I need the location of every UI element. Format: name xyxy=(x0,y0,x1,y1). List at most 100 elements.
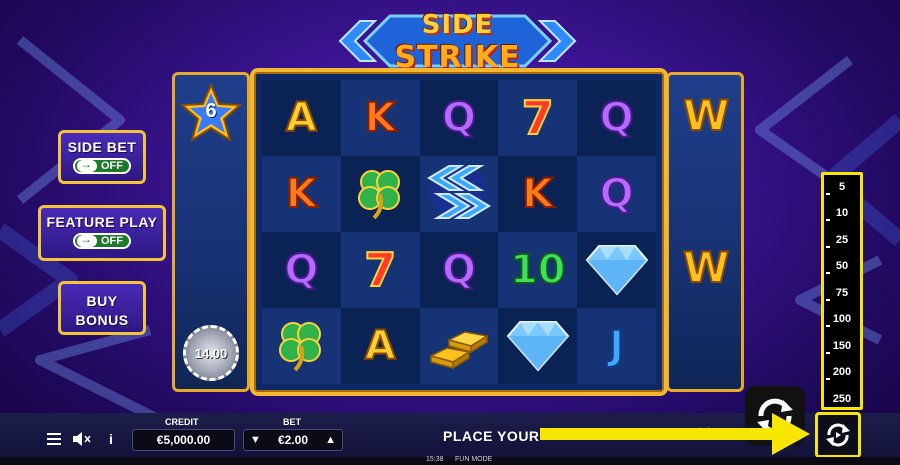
side-bet-state: OFF xyxy=(101,160,123,172)
autoplay-option[interactable]: 75 xyxy=(824,287,860,299)
autoplay-option[interactable]: 250 xyxy=(824,393,860,405)
footer-strip: 15:38 FUN MODE xyxy=(0,456,900,465)
reel-cell: A xyxy=(262,80,341,156)
symbol-j: J xyxy=(608,323,625,369)
symbol-q: Q xyxy=(441,247,477,293)
autoplay-divider xyxy=(826,298,830,301)
symbol-k: K xyxy=(521,171,554,217)
game-logo: SIDE STRIKE xyxy=(335,6,580,76)
autoplay-option[interactable]: 150 xyxy=(824,340,860,352)
autoplay-option[interactable]: 100 xyxy=(824,313,860,325)
reel-cell: A xyxy=(340,308,420,384)
bet-label: BET xyxy=(283,417,301,427)
reel-cell: Q xyxy=(262,232,341,308)
reel-cell: 7 xyxy=(340,232,420,308)
autoplay-divider xyxy=(826,351,830,354)
symbol-7: 7 xyxy=(521,91,555,145)
reel-cell: K xyxy=(340,80,420,156)
highlight-arrow-shaft xyxy=(540,428,775,440)
symbol-q: Q xyxy=(599,95,635,141)
star-multiplier-value: 6 xyxy=(205,100,217,122)
credit-value: €5,000.00 xyxy=(132,429,235,451)
info-icon[interactable]: i xyxy=(100,429,122,449)
buy-bonus-line1: BUY xyxy=(86,293,118,309)
autoplay-count-list: 5 10 25 50 75 100 150 200 250 xyxy=(821,172,863,410)
status-message: PLACE YOUR xyxy=(443,428,540,444)
autoplay-option[interactable]: 50 xyxy=(824,260,860,272)
gold-bars-icon xyxy=(427,318,491,375)
footer-time: 15:38 xyxy=(426,456,444,463)
side-bet-toggle[interactable]: OFF xyxy=(73,157,131,174)
side-bet-button[interactable]: SIDE BET OFF xyxy=(58,130,146,184)
wild-symbol: W xyxy=(682,91,730,140)
autoplay-button[interactable] xyxy=(815,412,861,458)
diamond-icon xyxy=(506,316,570,377)
bet-increase-button[interactable]: ▲ xyxy=(325,434,336,446)
chip-value: 14.00 xyxy=(194,345,228,361)
main-reel-frame: A K Q 7 Q K K Q Q 7 Q 10 A J xyxy=(250,68,668,396)
bet-decrease-button[interactable]: ▼ xyxy=(250,434,261,446)
reel-cell: Q xyxy=(419,80,499,156)
buy-bonus-label: BUY BONUS xyxy=(61,292,143,330)
arrow-right-icon xyxy=(77,157,97,172)
diamond-icon xyxy=(585,240,649,301)
symbol-k: K xyxy=(364,95,397,141)
credit-label: CREDIT xyxy=(165,417,199,427)
symbol-10: 10 xyxy=(509,247,567,293)
chip-symbol: 14.00 xyxy=(183,325,239,381)
menu-icon[interactable] xyxy=(43,429,65,449)
reel-cell: 7 xyxy=(498,80,578,156)
feature-play-state: OFF xyxy=(101,235,123,247)
sound-mute-icon[interactable] xyxy=(71,429,93,449)
symbol-7: 7 xyxy=(363,243,397,297)
footer-mode: FUN MODE xyxy=(455,456,493,463)
feature-play-button[interactable]: FEATURE PLAY OFF xyxy=(38,205,166,261)
symbol-q: Q xyxy=(441,95,477,141)
game-stage: SIDE STRIKE 6 14.00 W W A K Q 7 Q K K Q Q 7 Q 10 A J … xyxy=(0,0,900,465)
clover-icon xyxy=(271,316,331,377)
reel-cell: 10 xyxy=(498,232,578,308)
wild-symbol: W xyxy=(682,243,730,292)
reel-cell: K xyxy=(498,156,578,232)
feature-play-label: FEATURE PLAY xyxy=(46,214,158,230)
side-bet-label: SIDE BET xyxy=(67,139,137,155)
star-multiplier: 6 xyxy=(179,82,243,143)
symbol-q: Q xyxy=(599,171,635,217)
reel-cell xyxy=(419,156,499,232)
symbol-k: K xyxy=(285,171,318,217)
clover-icon xyxy=(350,164,410,225)
autoplay-divider xyxy=(826,219,830,222)
reel-cell xyxy=(498,308,578,384)
buy-bonus-button[interactable]: BUY BONUS xyxy=(58,281,146,335)
logo-title-line1: SIDE xyxy=(421,10,494,40)
autoplay-option[interactable]: 25 xyxy=(824,234,860,246)
speaker-muted-icon xyxy=(73,432,91,446)
chevron-wild-icon xyxy=(421,160,497,229)
symbol-a: A xyxy=(364,323,397,369)
buy-bonus-line2: BONUS xyxy=(75,312,129,328)
autoplay-option[interactable]: 5 xyxy=(824,181,860,193)
autoplay-divider xyxy=(826,272,830,275)
autoplay-option[interactable]: 10 xyxy=(824,207,860,219)
autoplay-divider xyxy=(826,378,830,381)
symbol-a: A xyxy=(285,95,318,141)
reel-cell xyxy=(577,232,656,308)
autoplay-option[interactable]: 200 xyxy=(824,366,860,378)
left-side-reel: 6 14.00 xyxy=(172,72,250,392)
reel-cell: Q xyxy=(577,156,656,232)
reel-cell xyxy=(419,308,499,384)
reel-cell: J xyxy=(577,308,656,384)
autoplay-icon xyxy=(826,423,850,447)
feature-play-toggle[interactable]: OFF xyxy=(73,232,131,249)
reel-cell xyxy=(262,308,341,384)
autoplay-divider xyxy=(826,193,830,195)
bet-control: ▼ €2.00 ▲ xyxy=(243,429,343,451)
symbol-q: Q xyxy=(283,247,319,293)
bet-value: €2.00 xyxy=(277,433,309,447)
right-side-reel: W W xyxy=(666,72,744,392)
reel-cell: Q xyxy=(577,80,656,156)
reel-cell: K xyxy=(262,156,341,232)
autoplay-divider xyxy=(826,325,830,328)
highlight-arrow-head xyxy=(772,413,810,455)
reel-cell xyxy=(340,156,420,232)
